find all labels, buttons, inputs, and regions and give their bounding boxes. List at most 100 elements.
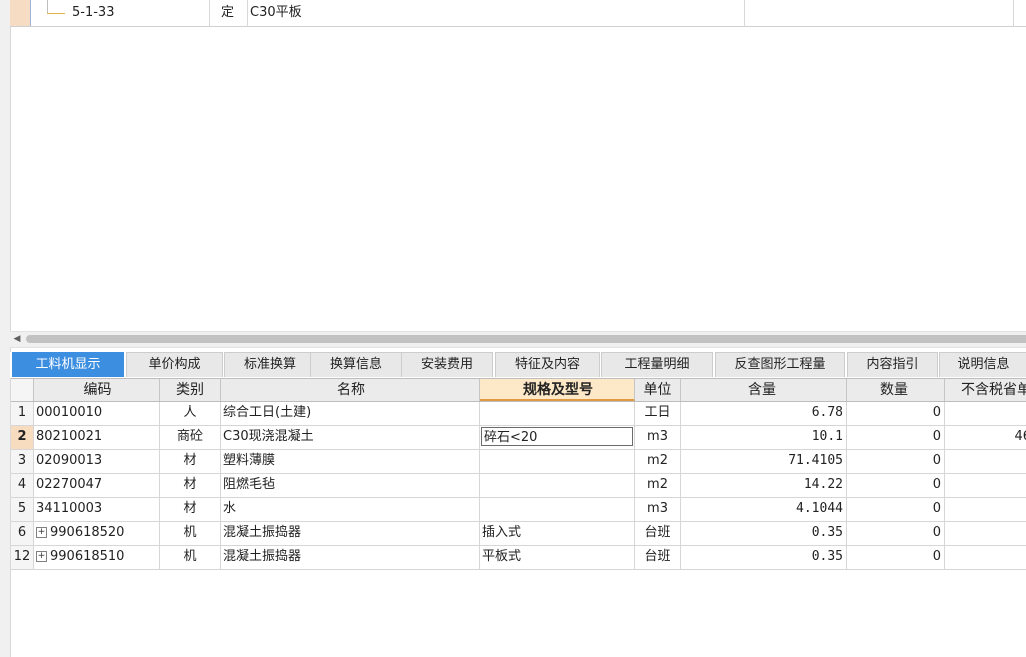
scroll-left-icon[interactable]: ◀: [12, 334, 22, 344]
tab-installation-fee[interactable]: 安装费用: [401, 352, 493, 377]
quantity-cell[interactable]: 0: [847, 450, 945, 473]
spec-cell[interactable]: 平板式: [480, 546, 635, 569]
quota-name[interactable]: C30平板: [248, 0, 745, 26]
header-code[interactable]: 编码: [34, 379, 160, 401]
name-cell[interactable]: C30现浇混凝土: [221, 426, 480, 449]
spec-cell[interactable]: [480, 498, 635, 521]
row-index[interactable]: 3: [11, 450, 34, 473]
name-cell[interactable]: 水: [221, 498, 480, 521]
content-cell[interactable]: 6.78: [681, 402, 847, 425]
header-unit[interactable]: 单位: [635, 379, 681, 401]
quantity-cell[interactable]: 0: [847, 498, 945, 521]
tab-reverse-graphic-quantity[interactable]: 反查图形工程量: [715, 352, 845, 377]
spec-cell[interactable]: [480, 450, 635, 473]
quota-type[interactable]: 定: [208, 0, 248, 26]
unit-cell[interactable]: 台班: [635, 522, 681, 545]
tab-conversion-info[interactable]: 换算信息: [310, 352, 402, 377]
category-cell[interactable]: 材: [160, 474, 221, 497]
spec-cell[interactable]: 插入式: [480, 522, 635, 545]
tab-quantity-detail[interactable]: 工程量明细: [601, 352, 713, 377]
expand-plus-icon[interactable]: +: [36, 551, 47, 562]
code-cell[interactable]: 02270047: [34, 474, 160, 497]
price-cell[interactable]: [945, 474, 1026, 497]
quantity-cell[interactable]: 0: [847, 426, 945, 449]
tab-unit-price-composition[interactable]: 单价构成: [126, 352, 223, 377]
header-quantity[interactable]: 数量: [847, 379, 945, 401]
header-content[interactable]: 含量: [681, 379, 847, 401]
unit-cell[interactable]: 台班: [635, 546, 681, 569]
quantity-cell[interactable]: 0: [847, 402, 945, 425]
unit-cell[interactable]: m2: [635, 474, 681, 497]
tab-standard-conversion[interactable]: 标准换算: [224, 352, 316, 377]
code-cell[interactable]: +990618510: [34, 546, 160, 569]
tab-description-info[interactable]: 说明信息: [939, 352, 1026, 377]
category-cell[interactable]: 材: [160, 450, 221, 473]
spec-cell[interactable]: [480, 402, 635, 425]
name-cell[interactable]: 混凝土振捣器: [221, 546, 480, 569]
price-cell[interactable]: [945, 498, 1026, 521]
table-row[interactable]: 12 +990618510 机 混凝土振捣器 平板式 台班 0.35 0: [11, 546, 1026, 570]
row-index[interactable]: 2: [11, 426, 34, 449]
price-cell[interactable]: [945, 522, 1026, 545]
table-row[interactable]: 4 02270047 材 阻燃毛毡 m2 14.22 0: [11, 474, 1026, 498]
code-cell[interactable]: 02090013: [34, 450, 160, 473]
row-index[interactable]: 6: [11, 522, 34, 545]
content-cell[interactable]: 10.1: [681, 426, 847, 449]
content-cell[interactable]: 0.35: [681, 522, 847, 545]
name-cell[interactable]: 混凝土振捣器: [221, 522, 480, 545]
row-index[interactable]: 5: [11, 498, 34, 521]
expand-plus-icon[interactable]: +: [36, 527, 47, 538]
row-index[interactable]: 12: [11, 546, 34, 569]
tab-labor-material-machine[interactable]: 工料机显示: [12, 352, 124, 377]
header-name[interactable]: 名称: [221, 379, 480, 401]
price-cell[interactable]: 46: [945, 426, 1026, 449]
row-index[interactable]: 4: [11, 474, 34, 497]
unit-cell[interactable]: 工日: [635, 402, 681, 425]
category-cell[interactable]: 材: [160, 498, 221, 521]
quota-tree-row[interactable]: 5-1-33 定 C30平板 1: [10, 0, 1026, 27]
content-cell[interactable]: 14.22: [681, 474, 847, 497]
price-cell[interactable]: [945, 546, 1026, 569]
quantity-cell[interactable]: 0: [847, 474, 945, 497]
category-cell[interactable]: 人: [160, 402, 221, 425]
category-cell[interactable]: 机: [160, 546, 221, 569]
content-cell[interactable]: 71.4105: [681, 450, 847, 473]
code-cell[interactable]: 34110003: [34, 498, 160, 521]
scrollbar-thumb[interactable]: [26, 335, 1026, 343]
unit-cell[interactable]: m2: [635, 450, 681, 473]
unit-cell[interactable]: m3: [635, 498, 681, 521]
horizontal-scrollbar[interactable]: ◀: [10, 331, 1026, 348]
unit-cell[interactable]: m3: [635, 426, 681, 449]
row-selector[interactable]: [10, 0, 30, 26]
tab-content-guide[interactable]: 内容指引: [847, 352, 938, 377]
quota-qty[interactable]: 1: [1016, 0, 1026, 26]
content-cell[interactable]: 0.35: [681, 546, 847, 569]
category-cell[interactable]: 商砼: [160, 426, 221, 449]
header-spec[interactable]: 规格及型号: [480, 379, 635, 401]
code-cell[interactable]: 80210021: [34, 426, 160, 449]
category-cell[interactable]: 机: [160, 522, 221, 545]
name-cell[interactable]: 阻燃毛毡: [221, 474, 480, 497]
name-cell[interactable]: 塑料薄膜: [221, 450, 480, 473]
table-row[interactable]: 2 80210021 商砼 C30现浇混凝土 碎石<20 m3 10.1 0 4…: [11, 426, 1026, 450]
price-cell[interactable]: [945, 402, 1026, 425]
code-cell[interactable]: 00010010: [34, 402, 160, 425]
name-cell[interactable]: 综合工日(土建): [221, 402, 480, 425]
quota-empty-cell[interactable]: [743, 0, 1014, 26]
code-cell[interactable]: +990618520: [34, 522, 160, 545]
quantity-cell[interactable]: 0: [847, 546, 945, 569]
spec-edit-input[interactable]: 碎石<20: [481, 427, 633, 446]
table-row[interactable]: 6 +990618520 机 混凝土振捣器 插入式 台班 0.35 0: [11, 522, 1026, 546]
header-price[interactable]: 不含税省单: [945, 379, 1026, 401]
spec-cell[interactable]: [480, 474, 635, 497]
price-cell[interactable]: [945, 450, 1026, 473]
quota-code[interactable]: 5-1-33: [70, 0, 210, 26]
content-cell[interactable]: 4.1044: [681, 498, 847, 521]
row-index[interactable]: 1: [11, 402, 34, 425]
tab-features-content[interactable]: 特征及内容: [495, 352, 600, 377]
table-row[interactable]: 5 34110003 材 水 m3 4.1044 0: [11, 498, 1026, 522]
table-row[interactable]: 3 02090013 材 塑料薄膜 m2 71.4105 0: [11, 450, 1026, 474]
quantity-cell[interactable]: 0: [847, 522, 945, 545]
header-category[interactable]: 类别: [160, 379, 221, 401]
table-row[interactable]: 1 00010010 人 综合工日(土建) 工日 6.78 0: [11, 402, 1026, 426]
